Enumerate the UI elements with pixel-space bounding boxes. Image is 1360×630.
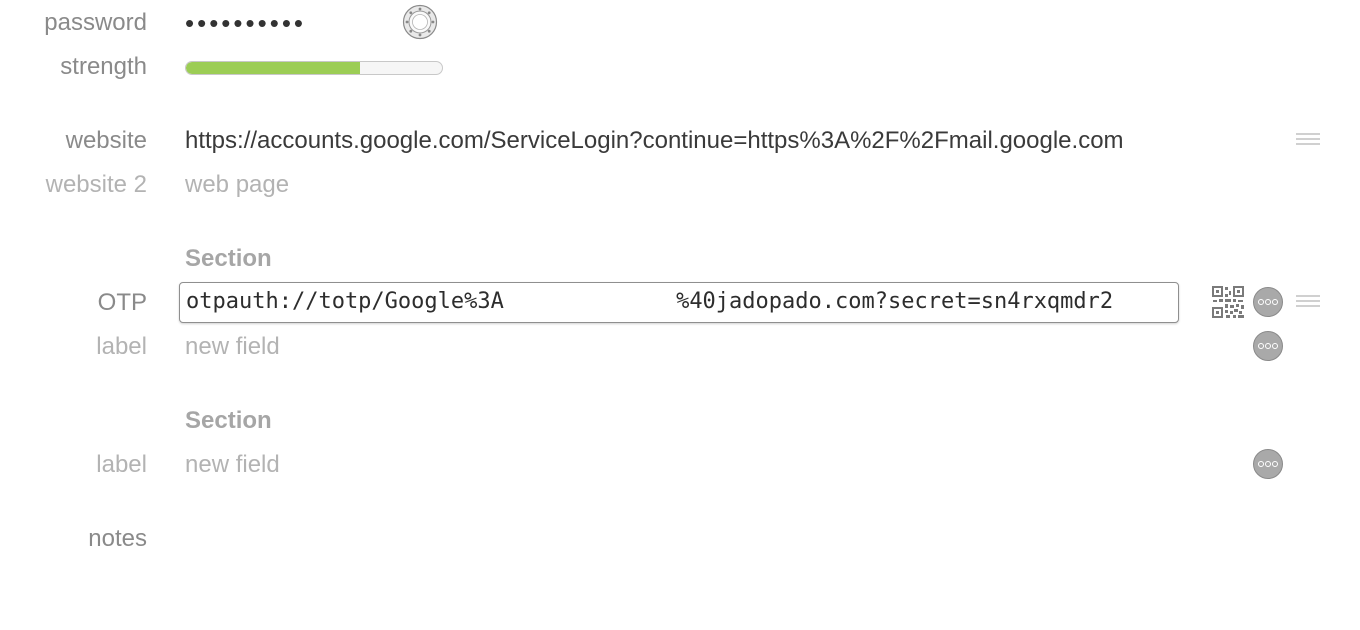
custom-field-label[interactable]: label (96, 450, 147, 480)
custom-field-label[interactable]: label (96, 332, 147, 362)
otp-value: otpauth://totp/Google%3A %40jadopado.com… (186, 289, 1114, 314)
website-label: website (65, 127, 147, 154)
drag-handle-icon[interactable] (1296, 295, 1320, 307)
qr-code-icon[interactable] (1212, 286, 1244, 318)
strength-meter (185, 61, 443, 75)
drag-handle-icon[interactable] (1296, 133, 1320, 145)
more-options-icon[interactable] (1253, 287, 1283, 317)
password-generator-icon[interactable] (402, 4, 438, 40)
otp-field[interactable]: otpauth://totp/Google%3A %40jadopado.com… (179, 282, 1179, 323)
section-title[interactable]: Section (185, 244, 272, 274)
strength-label: strength (60, 53, 147, 80)
section-title[interactable]: Section (185, 406, 272, 436)
website-field[interactable]: https://accounts.google.com/ServiceLogin… (185, 126, 1217, 156)
notes-field[interactable] (185, 520, 1285, 610)
new-field-input[interactable]: new field (185, 450, 280, 480)
website-2-field[interactable]: web page (185, 170, 289, 200)
more-options-icon[interactable] (1253, 331, 1283, 361)
more-options-icon[interactable] (1253, 449, 1283, 479)
website-2-label: website 2 (45, 171, 147, 198)
notes-label: notes (88, 525, 147, 552)
otp-label: OTP (97, 289, 147, 316)
password-field[interactable]: •••••••••• (185, 6, 306, 40)
strength-meter-fill (186, 62, 361, 74)
new-field-input[interactable]: new field (185, 332, 280, 362)
item-details-editor: password •••••••••• strength website htt… (0, 0, 1360, 630)
password-label: password (44, 9, 147, 36)
